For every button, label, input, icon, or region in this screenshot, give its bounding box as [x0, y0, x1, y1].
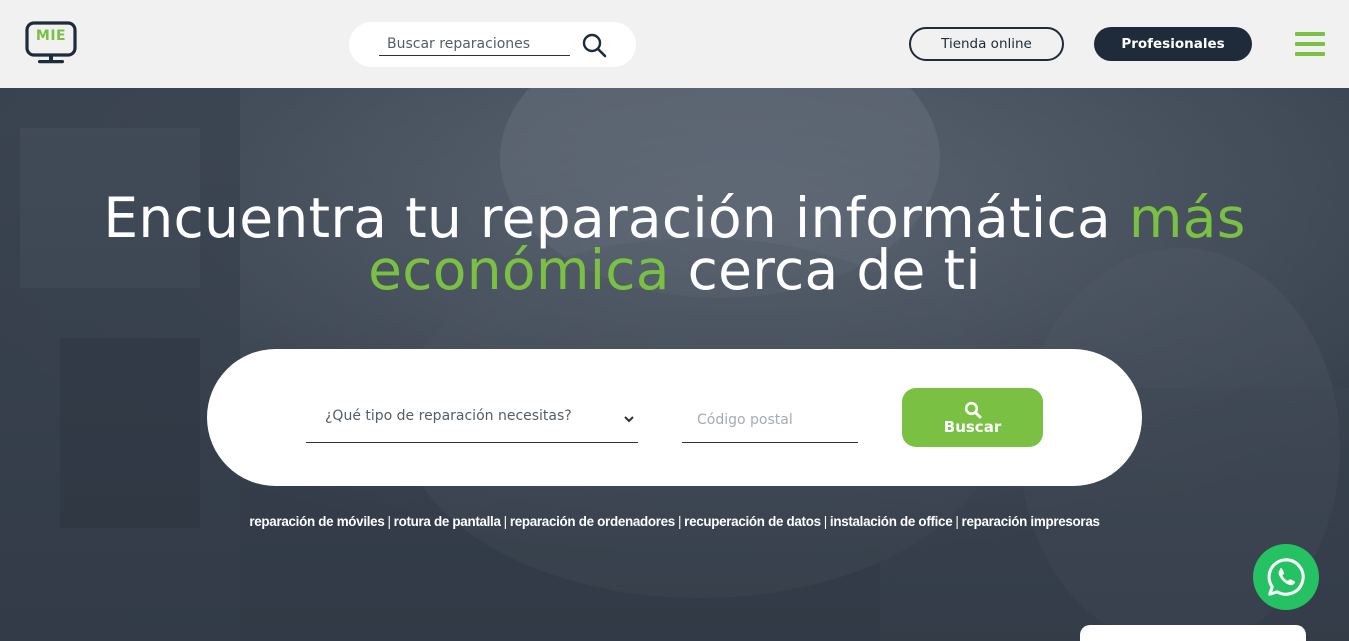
repair-type-select[interactable]: ¿Qué tipo de reparación necesitas? — [306, 397, 638, 443]
whatsapp-button[interactable] — [1253, 544, 1319, 610]
postal-code-input[interactable] — [682, 397, 858, 443]
hero-title-part2: cerca de ti — [669, 238, 981, 302]
whatsapp-icon — [1267, 558, 1305, 596]
hero-section: Encuentra tu reparación informática más … — [0, 88, 1349, 641]
hero-title: Encuentra tu reparación informática más … — [0, 191, 1349, 298]
header-search-box — [349, 22, 636, 67]
separator: | — [503, 514, 508, 529]
repair-search-panel: ¿Qué tipo de reparación necesitas? Busca… — [207, 349, 1142, 486]
quick-link[interactable]: reparación de móviles — [249, 514, 384, 529]
hero-title-highlight-2: económica — [368, 238, 670, 302]
buscar-button[interactable]: Buscar — [902, 388, 1043, 447]
site-logo[interactable]: MIE — [24, 20, 78, 67]
hero-title-highlight-1: más — [1128, 186, 1246, 250]
quick-link[interactable]: recuperación de datos — [684, 514, 821, 529]
buscar-label: Buscar — [943, 418, 1002, 436]
search-icon — [582, 33, 607, 58]
repair-type-selected: ¿Qué tipo de reparación necesitas? — [325, 408, 572, 424]
quick-link[interactable]: reparación impresoras — [962, 514, 1100, 529]
logo-text: MIE — [35, 28, 67, 44]
tienda-online-button[interactable]: Tienda online — [909, 27, 1064, 61]
quick-links: reparación de móviles | rotura de pantalla… — [0, 514, 1349, 529]
quick-link[interactable]: reparación de ordenadores — [510, 514, 675, 529]
profesionales-button[interactable]: Profesionales — [1094, 27, 1252, 61]
separator: | — [387, 514, 391, 529]
chevron-down-icon — [624, 416, 634, 423]
quick-link[interactable]: instalación de office — [830, 514, 953, 529]
header-search-button[interactable] — [581, 32, 607, 58]
site-header: MIE Tienda online Profesionales — [0, 0, 1349, 88]
separator: | — [955, 514, 959, 529]
bottom-card — [1080, 625, 1306, 641]
separator: | — [677, 514, 682, 529]
hamburger-menu-icon[interactable] — [1295, 32, 1325, 56]
search-icon — [964, 401, 981, 419]
header-search-input[interactable] — [379, 32, 570, 56]
quick-link[interactable]: rotura de pantalla — [394, 514, 501, 529]
separator: | — [823, 514, 828, 529]
